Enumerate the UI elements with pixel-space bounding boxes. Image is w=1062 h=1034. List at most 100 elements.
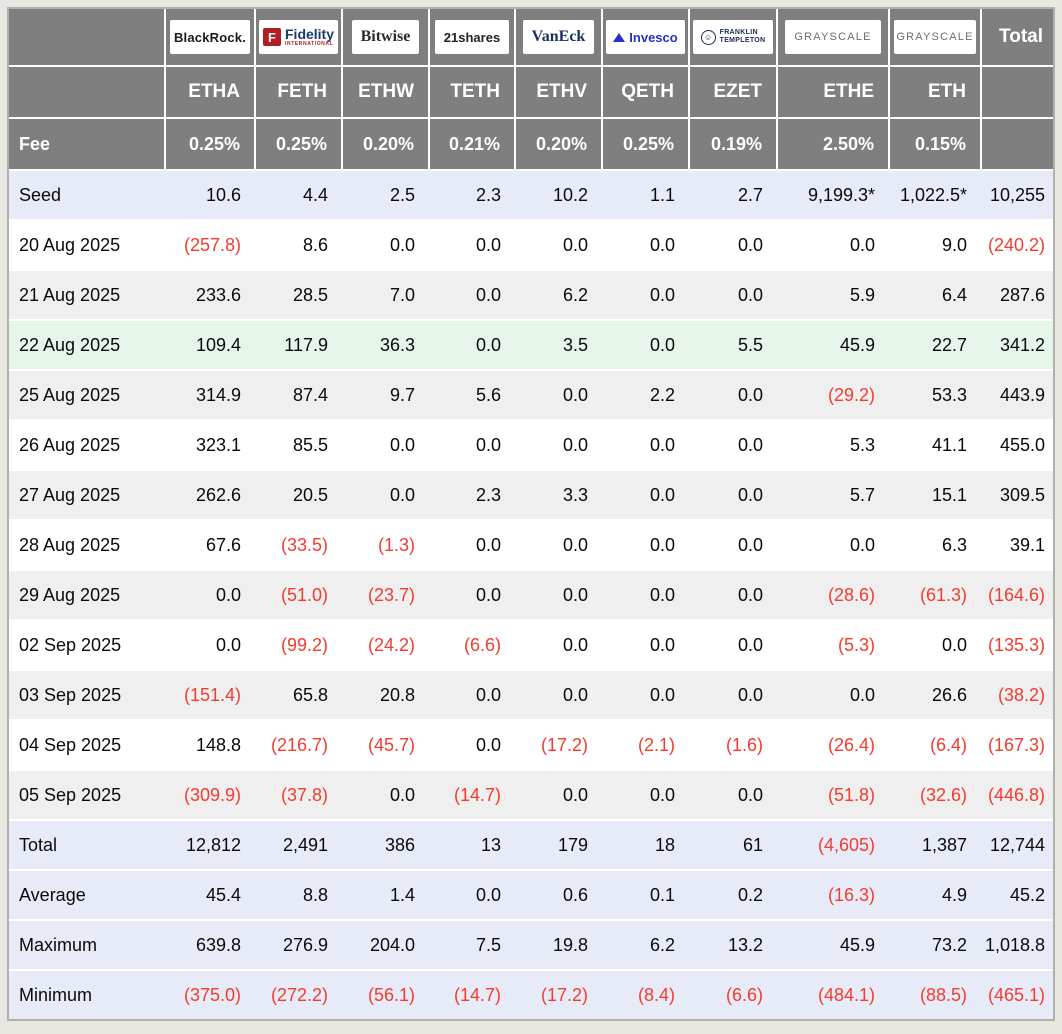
flow-cell: 0.0	[889, 620, 981, 670]
flow-cell: 10,255	[981, 170, 1053, 220]
flow-cell: (375.0)	[165, 970, 255, 1019]
flow-cell: 0.0	[602, 670, 689, 720]
flow-cell: 13.2	[689, 920, 777, 970]
provider-logo-fidelity: FFidelityINTERNATIONAL	[259, 20, 337, 54]
date-row: 22 Aug 2025109.4117.936.30.03.50.05.545.…	[9, 320, 1053, 370]
date-row: 26 Aug 2025323.185.50.00.00.00.00.05.341…	[9, 420, 1053, 470]
header-logo-cell-ethw: Bitwise	[342, 9, 429, 66]
flow-cell: (56.1)	[342, 970, 429, 1019]
flow-cell: 0.0	[429, 420, 515, 470]
flow-cell: (17.2)	[515, 970, 602, 1019]
date-row: Seed10.64.42.52.310.21.12.79,199.3*1,022…	[9, 170, 1053, 220]
fee-eth: 0.15%	[889, 118, 981, 170]
header-logo-row: BlackRock.FFidelityINTERNATIONALBitwise2…	[9, 9, 1053, 66]
flow-cell: 45.9	[777, 920, 889, 970]
flow-cell: 26.6	[889, 670, 981, 720]
flow-cell: 276.9	[255, 920, 342, 970]
bitwise-wordmark: Bitwise	[361, 28, 411, 46]
flow-cell: (8.4)	[602, 970, 689, 1019]
flow-cell: 639.8	[165, 920, 255, 970]
flow-cell: 0.0	[515, 420, 602, 470]
flow-cell: 0.0	[689, 620, 777, 670]
flow-cell: 0.0	[689, 220, 777, 270]
flow-cell: 0.0	[342, 770, 429, 820]
flow-cell: 4.9	[889, 870, 981, 920]
date-row-label: 21 Aug 2025	[9, 270, 165, 320]
ticker-ethe: ETHE	[777, 66, 889, 118]
date-row-label: 22 Aug 2025	[9, 320, 165, 370]
fee-ethv: 0.20%	[515, 118, 602, 170]
flow-cell: 0.0	[689, 770, 777, 820]
flow-cell: 0.0	[165, 570, 255, 620]
flow-cell: (272.2)	[255, 970, 342, 1019]
flow-cell: 61	[689, 820, 777, 870]
flow-cell: (4,605)	[777, 820, 889, 870]
fidelity-sub-label: INTERNATIONAL	[285, 42, 333, 47]
flow-cell: (99.2)	[255, 620, 342, 670]
flow-cell: 5.6	[429, 370, 515, 420]
header-logo-cell-ethe: GRAYSCALE	[777, 9, 889, 66]
flow-cell: 0.0	[429, 520, 515, 570]
fidelity-logo: FFidelityINTERNATIONAL	[263, 27, 334, 47]
date-row-label: 27 Aug 2025	[9, 470, 165, 520]
date-row: 28 Aug 202567.6(33.5)(1.3)0.00.00.00.00.…	[9, 520, 1053, 570]
ticker-feth: FETH	[255, 66, 342, 118]
date-row: 04 Sep 2025148.8(216.7)(45.7)0.0(17.2)(2…	[9, 720, 1053, 770]
flow-cell: 1.1	[602, 170, 689, 220]
ticker-eth: ETH	[889, 66, 981, 118]
flow-cell: 28.5	[255, 270, 342, 320]
flow-cell: 18	[602, 820, 689, 870]
flow-cell: 9,199.3*	[777, 170, 889, 220]
flow-cell: 0.0	[602, 620, 689, 670]
date-row: 27 Aug 2025262.620.50.02.33.30.00.05.715…	[9, 470, 1053, 520]
flow-cell: 0.0	[429, 570, 515, 620]
21shares-wordmark: 21shares	[444, 30, 500, 45]
summary-row: Minimum(375.0)(272.2)(56.1)(14.7)(17.2)(…	[9, 970, 1053, 1019]
flow-cell: (151.4)	[165, 670, 255, 720]
flow-cell: 85.5	[255, 420, 342, 470]
flow-cell: 7.0	[342, 270, 429, 320]
header-logo-cell-ethv: VanEck	[515, 9, 602, 66]
date-row-label: 04 Sep 2025	[9, 720, 165, 770]
flow-cell: 262.6	[165, 470, 255, 520]
provider-logo-invesco: Invesco	[606, 20, 684, 54]
flow-cell: (1.6)	[689, 720, 777, 770]
vaneck-wordmark: VanEck	[532, 28, 586, 46]
flow-cell: (309.9)	[165, 770, 255, 820]
fee-teth: 0.21%	[429, 118, 515, 170]
flow-cell: (484.1)	[777, 970, 889, 1019]
flow-cell: 0.0	[602, 520, 689, 570]
flow-cell: 5.7	[777, 470, 889, 520]
flow-cell: (51.8)	[777, 770, 889, 820]
flow-cell: 5.5	[689, 320, 777, 370]
summary-row-label: Total	[9, 820, 165, 870]
flow-cell: 0.2	[689, 870, 777, 920]
flow-cell: (6.6)	[689, 970, 777, 1019]
flow-cell: (32.6)	[889, 770, 981, 820]
flow-cell: 1.4	[342, 870, 429, 920]
flow-cell: (14.7)	[429, 770, 515, 820]
flow-cell: 22.7	[889, 320, 981, 370]
franklin-line1: FRANKLIN	[720, 29, 758, 36]
fidelity-f-icon: F	[263, 28, 281, 46]
flow-cell: 0.0	[777, 520, 889, 570]
fidelity-logo-text: FidelityINTERNATIONAL	[285, 27, 334, 47]
flow-cell: 0.0	[602, 220, 689, 270]
summary-row-label: Average	[9, 870, 165, 920]
flow-cell: 4.4	[255, 170, 342, 220]
date-row-label: 29 Aug 2025	[9, 570, 165, 620]
header-logo-cell-ezet: ☺FRANKLINTEMPLETON	[689, 9, 777, 66]
flow-cell: 20.8	[342, 670, 429, 720]
flow-cell: 7.5	[429, 920, 515, 970]
flow-cell: 5.3	[777, 420, 889, 470]
flow-cell: 0.0	[689, 670, 777, 720]
flow-cell: 0.0	[689, 270, 777, 320]
header-fee-total-empty	[981, 118, 1053, 170]
date-row-label: 05 Sep 2025	[9, 770, 165, 820]
franklin-templeton-logo: ☺FRANKLINTEMPLETON	[701, 29, 766, 46]
flow-cell: 0.0	[602, 570, 689, 620]
provider-logo-vaneck: VanEck	[523, 20, 595, 54]
date-row-label: 25 Aug 2025	[9, 370, 165, 420]
flow-cell: (38.2)	[981, 670, 1053, 720]
flow-cell: (88.5)	[889, 970, 981, 1019]
